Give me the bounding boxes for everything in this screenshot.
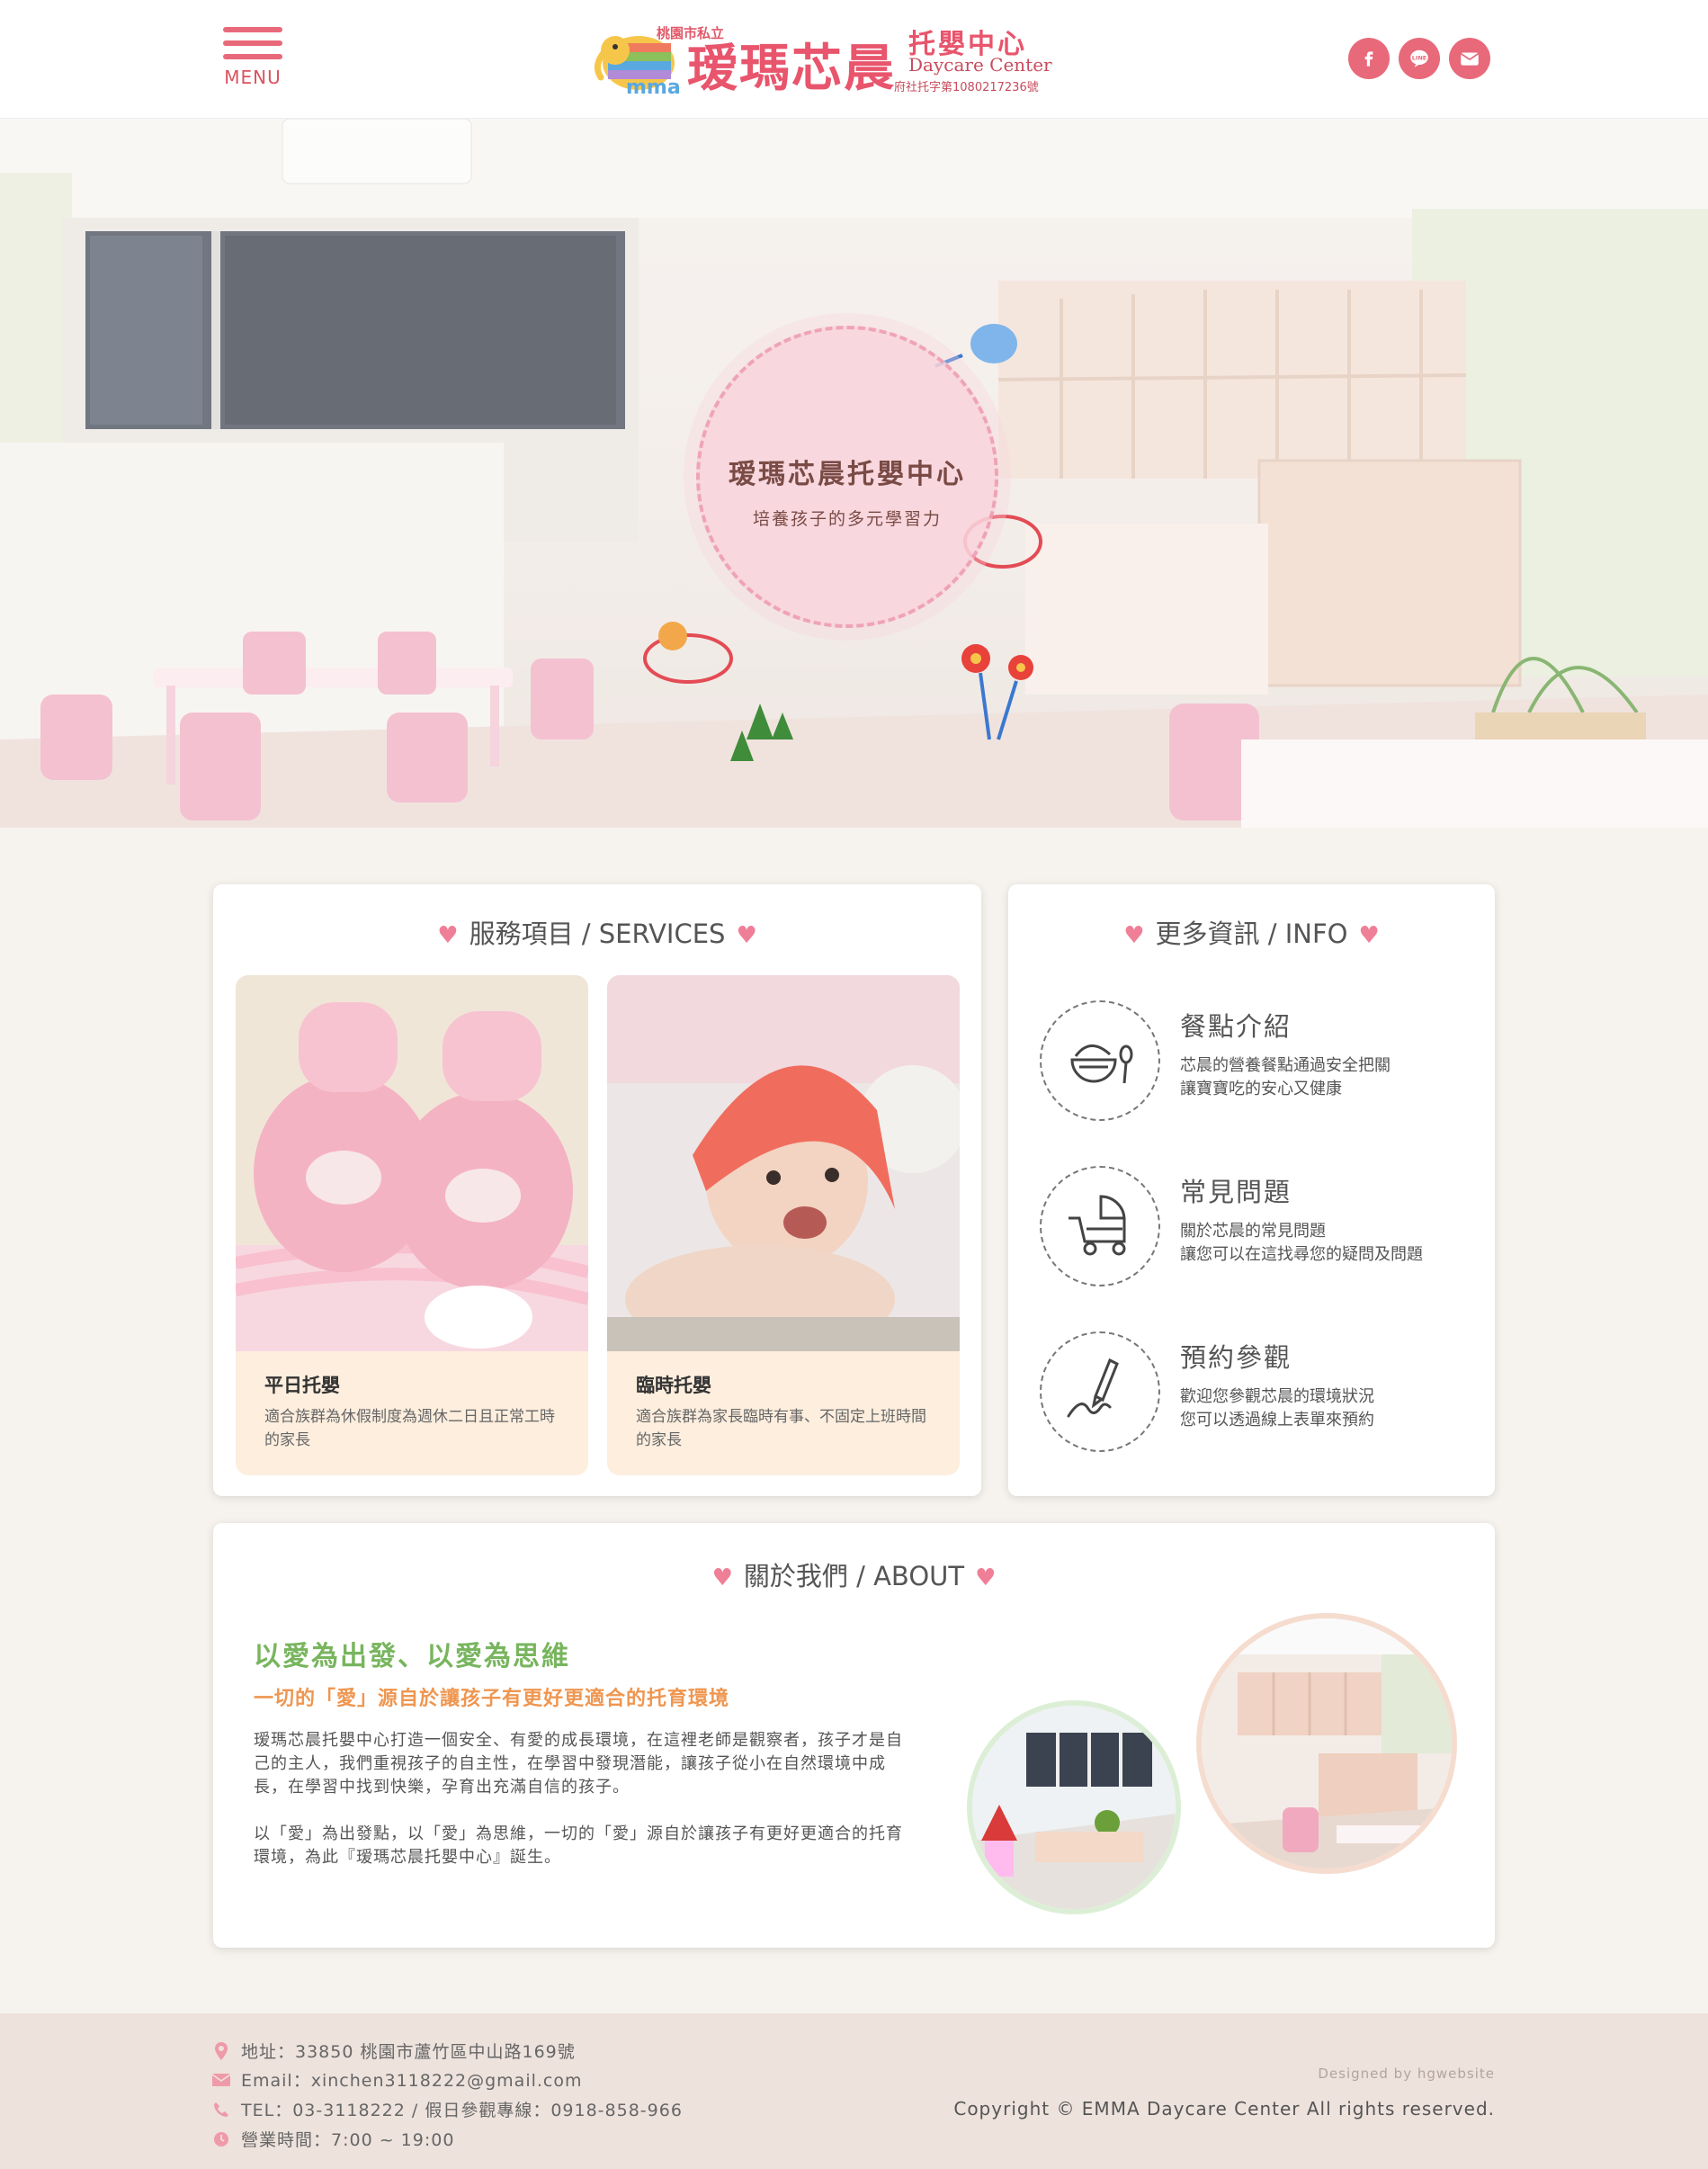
- location-pin-icon: [212, 2041, 230, 2060]
- heart-icon: ♥: [1123, 922, 1145, 949]
- facebook-icon: [1364, 51, 1373, 67]
- info-item-meals[interactable]: 餐點介紹 芯晨的營養餐點通過安全把關 讓寶寶吃的安心又健康: [1040, 1000, 1489, 1126]
- about-paragraph: 瑷瑪芯晨托嬰中心打造一個安全、有愛的成長環境，在這裡老師是觀察者，孩子才是自己的…: [254, 1731, 903, 1797]
- service-weekday-title: 平日托嬰: [264, 1375, 340, 1396]
- classroom-round-photo: [1196, 1613, 1457, 1874]
- logo-subtitle-en: Daycare Center: [908, 54, 1052, 76]
- footer-email-text: Email：xinchen3118222@gmail.com: [241, 2071, 583, 2091]
- heart-icon: ♥: [975, 1564, 997, 1591]
- info-desc-line: 讓您可以在這找尋您的疑問及問題: [1180, 1245, 1423, 1264]
- info-desc: 芯晨的營養餐點通過安全把關 讓寶寶吃的安心又健康: [1180, 1054, 1486, 1101]
- social-links: LINE: [1348, 38, 1490, 79]
- info-desc: 關於芯晨的常見問題 讓您可以在這找尋您的疑問及問題: [1180, 1220, 1486, 1267]
- menu-bar-icon: [223, 40, 282, 46]
- info-ring: [1040, 1166, 1160, 1286]
- baby-photo: [607, 975, 960, 1351]
- menu-label: MENU: [224, 67, 282, 88]
- info-heading-text: 更多資訊 / INFO: [1155, 919, 1348, 949]
- hero-banner: 瑷瑪芯晨托嬰中心 培養孩子的多元學習力: [0, 119, 1708, 828]
- line-icon: LINE: [1410, 49, 1428, 67]
- footer-tel[interactable]: TEL：03-3118222 / 假日參觀專線：0918-858-966: [212, 2097, 683, 2121]
- hero-title: 瑷瑪芯晨托嬰中心: [729, 459, 966, 490]
- footer-address-text: 地址：33850 桃園市蘆竹區中山路169號: [241, 2042, 576, 2062]
- heart-icon: ♥: [1358, 922, 1380, 949]
- footer-tel-text: TEL：03-3118222 / 假日參觀專線：0918-858-966: [241, 2101, 683, 2120]
- info-desc-line: 關於芯晨的常見問題: [1180, 1222, 1326, 1241]
- service-weekday-desc: 適合族群為休假制度為週休二日且正常工時的家長: [264, 1408, 555, 1449]
- heart-icon: ♥: [711, 1564, 733, 1591]
- facebook-button[interactable]: [1348, 38, 1390, 79]
- site-logo[interactable]: mma 桃園市私立 瑷瑪芯晨 托嬰中心 Daycare Center 府社托字第…: [592, 20, 1131, 99]
- about-headline: 以愛為出發、以愛為思維: [254, 1641, 570, 1672]
- service-temporary-title: 臨時托嬰: [636, 1375, 711, 1396]
- about-tagline: 一切的「愛」源自於讓孩子有更好更適合的托育環境: [254, 1688, 730, 1710]
- heart-icon: ♥: [736, 922, 757, 949]
- baby-shoes-photo: [236, 975, 588, 1351]
- services-heading-text: 服務項目 / SERVICES: [469, 919, 726, 949]
- info-item-visit[interactable]: 預約參觀 歡迎您參觀芯晨的環境狀況 您可以透過線上表單來預約: [1040, 1331, 1489, 1457]
- mail-button[interactable]: [1449, 38, 1490, 79]
- service-temporary-desc: 適合族群為家長臨時有事、不固定上班時間的家長: [636, 1408, 926, 1449]
- classroom-round-image: [1202, 1618, 1452, 1869]
- info-ring: [1040, 1000, 1160, 1121]
- stroller-icon: [1069, 1195, 1126, 1256]
- info-desc-line: 您可以透過線上表單來預約: [1180, 1411, 1374, 1430]
- service-temporary[interactable]: 臨時托嬰 適合族群為家長臨時有事、不固定上班時間的家長: [607, 975, 960, 1475]
- pen-sign-icon: [1067, 1358, 1119, 1418]
- service-weekday[interactable]: 平日托嬰 適合族群為休假制度為週休二日且正常工時的家長: [236, 975, 588, 1475]
- logo-name: 瑷瑪芯晨: [687, 39, 896, 98]
- footer-hours: 營業時間：7:00 ~ 19:00: [212, 2127, 454, 2151]
- phone-icon: [212, 2101, 230, 2119]
- designed-by-link[interactable]: Designed by hgwebsite: [1318, 2066, 1495, 2082]
- copyright: Copyright © EMMA Daycare Center All righ…: [953, 2098, 1495, 2120]
- about-paragraph: 以「愛」為出發點，以「愛」為思維，一切的「愛」源自於讓孩子有更好更適合的托育環境…: [254, 1824, 903, 1867]
- footer-address: 地址：33850 桃園市蘆竹區中山路169號: [212, 2039, 576, 2063]
- menu-button[interactable]: MENU: [223, 27, 282, 88]
- info-desc: 歡迎您參觀芯晨的環境狀況 您可以透過線上表單來預約: [1180, 1385, 1486, 1432]
- playroom-image: [972, 1706, 1176, 1909]
- info-ring: [1040, 1331, 1160, 1452]
- heart-icon: ♥: [437, 922, 459, 949]
- info-desc-line: 讓寶寶吃的安心又健康: [1180, 1080, 1342, 1098]
- mail-icon: [1460, 52, 1480, 66]
- footer-email[interactable]: Email：xinchen3118222@gmail.com: [212, 2067, 583, 2092]
- services-heading: ♥ 服務項目 / SERVICES ♥: [213, 913, 981, 951]
- menu-bar-icon: [223, 27, 282, 32]
- about-heading: ♥ 關於我們 / ABOUT ♥: [213, 1555, 1495, 1593]
- hero-subtitle: 培養孩子的多元學習力: [752, 509, 942, 529]
- clock-icon: [212, 2130, 230, 2148]
- info-title: 餐點介紹: [1180, 1011, 1292, 1042]
- svg-text:mma: mma: [626, 76, 681, 97]
- about-heading-text: 關於我們 / ABOUT: [743, 1561, 965, 1591]
- info-heading: ♥ 更多資訊 / INFO ♥: [1008, 913, 1495, 951]
- envelope-icon: [212, 2071, 230, 2089]
- info-desc-line: 歡迎您參觀芯晨的環境狀況: [1180, 1387, 1374, 1406]
- info-desc-line: 芯晨的營養餐點通過安全把關: [1180, 1056, 1391, 1075]
- info-title: 預約參觀: [1180, 1342, 1292, 1373]
- playroom-photo: [967, 1700, 1181, 1914]
- line-button[interactable]: LINE: [1399, 38, 1440, 79]
- svg-text:LINE: LINE: [1412, 55, 1426, 62]
- info-title: 常見問題: [1180, 1177, 1292, 1207]
- site-header: MENU mma 桃園市私立 瑷瑪芯晨 托嬰中心 Daycare Center …: [0, 0, 1708, 119]
- rice-bowl-icon: [1070, 1044, 1133, 1084]
- footer-hours-text: 營業時間：7:00 ~ 19:00: [241, 2130, 455, 2150]
- menu-bar-icon: [223, 54, 282, 59]
- info-item-faq[interactable]: 常見問題 關於芯晨的常見問題 讓您可以在這找尋您的疑問及問題: [1040, 1166, 1489, 1292]
- logo-registration: 府社托字第1080217236號: [894, 81, 1039, 94]
